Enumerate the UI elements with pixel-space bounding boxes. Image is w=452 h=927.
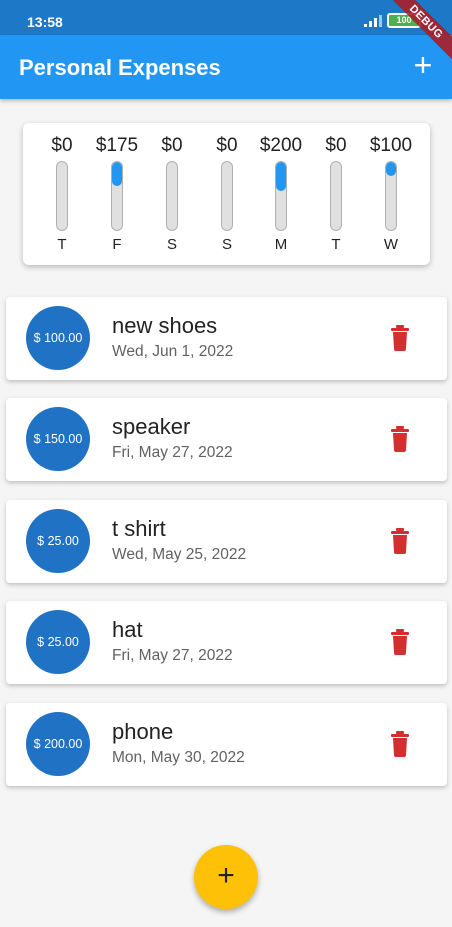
status-time: 13:58 bbox=[27, 14, 63, 30]
transaction-date: Fri, May 27, 2022 bbox=[112, 444, 233, 461]
bar-amount-label: $0 bbox=[161, 135, 183, 156]
weekly-chart-card: $0 T $175 F $0 S $0 S $200 M $0 T $100 W bbox=[23, 123, 430, 265]
bar-amount-label: $100 bbox=[369, 135, 413, 156]
add-transaction-fab[interactable]: + bbox=[194, 845, 258, 909]
transaction-date: Wed, May 25, 2022 bbox=[112, 546, 247, 563]
bar-amount-label: $0 bbox=[51, 135, 73, 156]
chart-bar: $200 M bbox=[253, 123, 309, 265]
bar-track bbox=[275, 161, 287, 231]
bar-track bbox=[221, 161, 233, 231]
page-title: Personal Expenses bbox=[19, 55, 221, 80]
bar-amount-label: $0 bbox=[325, 135, 347, 156]
transaction-date: Fri, May 27, 2022 bbox=[112, 647, 233, 664]
bar-day-label: S bbox=[221, 236, 232, 253]
bar-track bbox=[111, 161, 123, 231]
chart-bar: $0 T bbox=[34, 123, 90, 265]
transaction-title: new shoes bbox=[112, 313, 218, 338]
amount-avatar: $ 25.00 bbox=[26, 509, 90, 573]
trash-icon[interactable] bbox=[389, 731, 411, 757]
list-item[interactable]: $ 150.00 speaker Fri, May 27, 2022 bbox=[6, 398, 447, 481]
bar-amount-label: $175 bbox=[95, 135, 139, 156]
list-item[interactable]: $ 200.00 phone Mon, May 30, 2022 bbox=[6, 703, 447, 786]
transaction-title: hat bbox=[112, 617, 143, 642]
status-bar: 13:58 100 bbox=[0, 0, 452, 35]
chart-bar: $0 T bbox=[308, 123, 364, 265]
amount-avatar: $ 150.00 bbox=[26, 407, 90, 471]
bar-fill bbox=[112, 162, 122, 187]
signal-icon bbox=[364, 15, 382, 27]
chart-bar: $0 S bbox=[199, 123, 255, 265]
transaction-title: t shirt bbox=[112, 516, 166, 541]
bar-day-label: T bbox=[57, 236, 67, 253]
debug-banner: DEBUG bbox=[388, 0, 452, 64]
trash-icon[interactable] bbox=[389, 426, 411, 452]
amount-avatar: $ 25.00 bbox=[26, 610, 90, 674]
chart-bar: $100 W bbox=[363, 123, 419, 265]
bar-day-label: F bbox=[112, 236, 122, 253]
amount-avatar: $ 200.00 bbox=[26, 712, 90, 776]
bar-track bbox=[330, 161, 342, 231]
bar-day-label: T bbox=[331, 236, 341, 253]
trash-icon[interactable] bbox=[389, 325, 411, 351]
debug-label: DEBUG bbox=[388, 0, 452, 64]
chart-bar: $175 F bbox=[89, 123, 145, 265]
bar-day-label: M bbox=[274, 236, 288, 253]
bar-amount-label: $0 bbox=[216, 135, 238, 156]
trash-icon[interactable] bbox=[389, 528, 411, 554]
bar-day-label: S bbox=[166, 236, 177, 253]
transaction-date: Mon, May 30, 2022 bbox=[112, 749, 245, 766]
bar-amount-label: $200 bbox=[259, 135, 303, 156]
transaction-title: speaker bbox=[112, 414, 191, 439]
app-bar: Personal Expenses + bbox=[0, 35, 452, 99]
list-item[interactable]: $ 25.00 t shirt Wed, May 25, 2022 bbox=[6, 500, 447, 583]
bar-fill bbox=[386, 162, 396, 177]
bar-day-label: W bbox=[383, 236, 399, 253]
list-item[interactable]: $ 100.00 new shoes Wed, Jun 1, 2022 bbox=[6, 297, 447, 380]
list-item[interactable]: $ 25.00 hat Fri, May 27, 2022 bbox=[6, 601, 447, 684]
transaction-title: phone bbox=[112, 719, 174, 744]
bar-fill bbox=[276, 162, 286, 191]
amount-avatar: $ 100.00 bbox=[26, 306, 90, 370]
chart-bar: $0 S bbox=[144, 123, 200, 265]
bar-track bbox=[166, 161, 178, 231]
trash-icon[interactable] bbox=[389, 629, 411, 655]
bar-track bbox=[385, 161, 397, 231]
bar-track bbox=[56, 161, 68, 231]
transaction-date: Wed, Jun 1, 2022 bbox=[112, 343, 234, 360]
